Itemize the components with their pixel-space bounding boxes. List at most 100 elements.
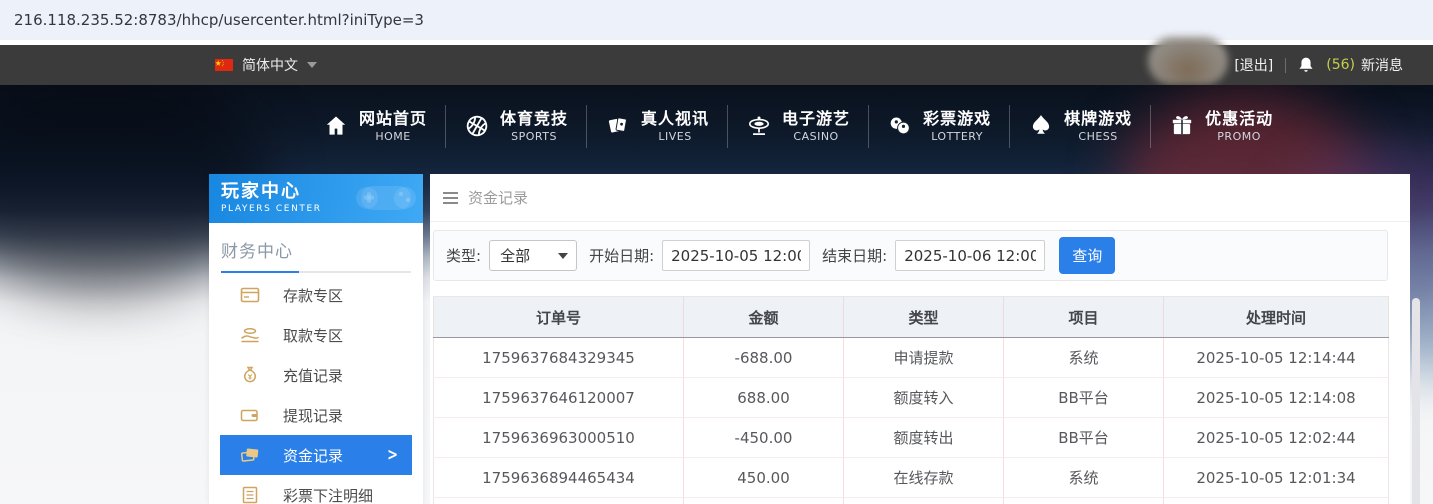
sidebar-item-fund-record[interactable]: 资金记录 > — [220, 435, 412, 475]
chevron-right-icon: > — [387, 445, 398, 465]
fund-records-table: 订单号 金额 类型 项目 处理时间 1759637684329345 -688.… — [433, 296, 1389, 504]
bell-icon[interactable] — [1298, 57, 1314, 74]
roulette-icon — [749, 116, 770, 135]
sidebar-item-withdraw-record[interactable]: 提现记录> — [220, 395, 412, 435]
nav-subtitle: CASINO — [793, 129, 839, 143]
message-count-badge: (56) — [1326, 57, 1355, 73]
document-icon — [242, 486, 258, 504]
finance-section-title: 财务中心 — [221, 242, 293, 262]
lottery-balls-icon — [890, 117, 910, 135]
nav-subtitle: LIVES — [658, 129, 692, 143]
table-row: 1759636894465434 450.00 在线存款 系统 2025-10-… — [433, 457, 1389, 498]
players-center-header: 玩家中心 PLAYERS CENTER — [209, 174, 423, 223]
cell-time: 2025-10-05 12:14:08 — [1163, 377, 1389, 418]
table-row: 1759636963000510 -450.00 额度转出 BB平台 2025-… — [433, 417, 1389, 458]
wallet-icon — [240, 409, 258, 422]
cell-amount: 688.00 — [683, 377, 844, 418]
nav-item-chess[interactable]: 棋牌游戏 CHESS — [1009, 104, 1150, 148]
sidebar-item-recharge-record[interactable]: 充值记录> — [220, 355, 412, 395]
sidebar-item-deposit[interactable]: 存款专区> — [220, 275, 412, 315]
nav-subtitle: SPORTS — [511, 129, 557, 143]
sidebar-item-label: 提现记录 — [283, 406, 344, 425]
browser-address-bar[interactable]: 216.118.235.52:8783/hhcp/usercenter.html… — [0, 0, 1433, 40]
cell-order-no: 1759637646120007 — [433, 377, 684, 418]
logout-button[interactable]: [退出] — [1234, 55, 1273, 75]
divider — [1285, 57, 1287, 73]
table-header-row: 订单号 金额 类型 项目 处理时间 — [433, 296, 1389, 338]
home-icon — [326, 116, 346, 135]
nav-title: 真人视讯 — [641, 108, 710, 128]
language-label: 简体中文 — [242, 58, 298, 74]
type-select[interactable]: 全部 — [489, 240, 578, 271]
cell-type: 额度转入 — [843, 377, 1004, 418]
nav-item-lives[interactable]: 真人视讯 LIVES — [586, 104, 727, 148]
col-type: 类型 — [843, 296, 1004, 338]
cell-amount: -450.00 — [683, 417, 844, 458]
sidebar: 玩家中心 PLAYERS CENTER 财务中心 存款专区> — [209, 174, 423, 504]
deposit-card-icon — [240, 287, 260, 303]
cell-project: 系统 — [1003, 337, 1164, 378]
end-date-label: 结束日期: — [822, 247, 888, 265]
type-label: 类型: — [446, 247, 482, 265]
filter-bar: 类型: 全部 开始日期: 结束日期: 查询 — [433, 230, 1388, 281]
nav-title: 网站首页 — [359, 108, 428, 128]
start-date-input[interactable] — [662, 240, 811, 271]
page-title: 资金记录 — [468, 189, 529, 207]
start-date-label: 开始日期: — [589, 247, 655, 265]
cell-type: 额度转出 — [843, 417, 1004, 458]
table-row: 1759637684329345 -688.00 申请提款 系统 2025-10… — [433, 337, 1389, 378]
cell-time: 2025-10-05 12:02:44 — [1163, 417, 1389, 458]
china-flag-icon — [215, 59, 233, 71]
cell-amount: 450.00 — [683, 457, 844, 498]
sidebar-item-label: 资金记录 — [283, 446, 344, 465]
col-amount: 金额 — [683, 296, 844, 338]
nav-item-home[interactable]: 网站首页 HOME — [305, 105, 445, 148]
nav-item-promo[interactable]: 优惠活动 PROMO — [1150, 104, 1291, 148]
page-title-bar: 资金记录 — [430, 174, 1410, 222]
sidebar-item-label: 取款专区 — [283, 326, 344, 345]
cell-order-no: 1759636894465434 — [433, 457, 684, 498]
sidebar-item-withdraw[interactable]: 取款专区> — [220, 315, 412, 355]
username-blurred — [1148, 37, 1228, 85]
table-row: 1759637646120007 688.00 额度转入 BB平台 2025-1… — [433, 377, 1389, 418]
nav-title: 优惠活动 — [1205, 108, 1274, 128]
spade-icon — [1032, 115, 1050, 134]
top-bar: 简体中文 [退出] (56) 新消息 — [0, 37, 1433, 85]
sidebar-item-label: 充值记录 — [283, 366, 344, 385]
nav-item-casino[interactable]: 电子游艺 CASINO — [727, 104, 868, 148]
main-nav: 网站首页 HOME 体育竞技 SPORTS 真人视讯 LIVES 电子游艺 CA… — [305, 85, 1291, 167]
chevron-down-icon — [307, 62, 317, 68]
cards-icon — [608, 117, 627, 133]
search-button[interactable]: 查询 — [1059, 237, 1116, 274]
gift-icon — [1172, 116, 1192, 135]
nav-item-sports[interactable]: 体育竞技 SPORTS — [445, 104, 586, 148]
end-date-input[interactable] — [895, 240, 1046, 271]
nav-item-lottery[interactable]: 彩票游戏 LOTTERY — [868, 104, 1009, 148]
col-project: 项目 — [1003, 296, 1164, 338]
gamepad-icon — [356, 186, 416, 210]
nav-subtitle: HOME — [375, 129, 411, 143]
nav-title: 电子游艺 — [782, 108, 851, 128]
content-panel: 资金记录 类型: 全部 开始日期: 结束日期: 查询 订单号 金额 类型 项目 … — [430, 174, 1410, 504]
cell-amount: -688.00 — [683, 337, 844, 378]
nav-subtitle: PROMO — [1217, 129, 1261, 143]
cell-type: 在线存款 — [843, 457, 1004, 498]
sidebar-item-label: 彩票下注明细 — [283, 486, 374, 504]
col-order-no: 订单号 — [433, 296, 684, 338]
basketball-icon — [466, 115, 488, 137]
sidebar-item-lottery-detail[interactable]: 彩票下注明细> — [220, 475, 412, 504]
sidebar-item-label: 存款专区 — [283, 286, 344, 305]
withdraw-hand-icon — [241, 328, 259, 343]
cell-project: 系统 — [1003, 457, 1164, 498]
finance-section: 财务中心 — [209, 223, 423, 275]
language-selector[interactable]: 简体中文 — [215, 55, 317, 75]
nav-subtitle: CHESS — [1078, 129, 1118, 143]
col-time: 处理时间 — [1163, 296, 1389, 338]
nav-title: 棋牌游戏 — [1064, 108, 1133, 128]
cell-time: 2025-10-05 12:14:44 — [1163, 337, 1389, 378]
new-messages-link[interactable]: 新消息 — [1361, 55, 1403, 75]
scrollbar[interactable] — [1412, 298, 1420, 504]
cell-order-no: 1759636963000510 — [433, 417, 684, 458]
table-row-partial — [433, 497, 1389, 504]
menu-icon — [443, 191, 458, 204]
